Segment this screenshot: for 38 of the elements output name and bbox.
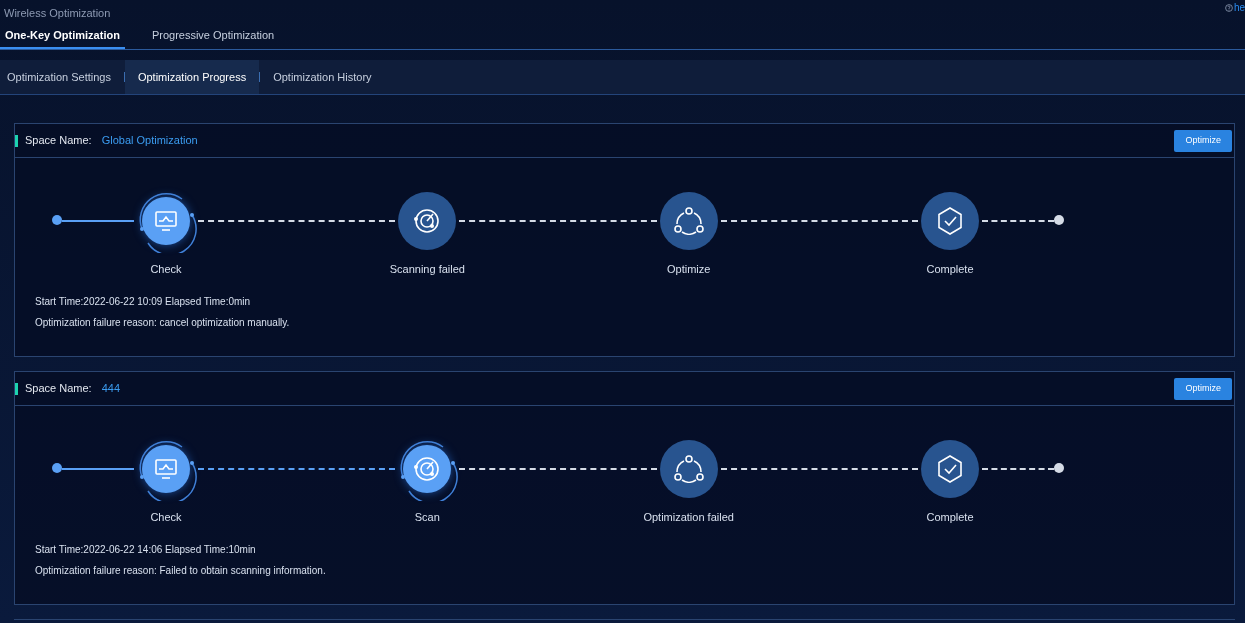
optimize-button[interactable]: Optimize	[1174, 129, 1232, 152]
help-icon	[1224, 3, 1233, 12]
failure-reason-text: Optimization failure reason: Failed to obtain scanning information.	[35, 563, 327, 578]
cycle-nodes-icon	[672, 207, 705, 235]
help-link[interactable]: he	[1224, 0, 1245, 15]
progress-line	[62, 468, 134, 470]
page-title: Wireless Optimization	[4, 6, 111, 21]
step-label: Optimize	[666, 262, 711, 277]
sub-tab[interactable]: Optimization Progress	[124, 59, 260, 94]
radar-icon	[413, 207, 442, 235]
tab[interactable]: One-Key Optimization	[0, 23, 125, 49]
step-label: Complete	[926, 262, 974, 277]
hexagon-check-icon	[936, 454, 964, 484]
sub-tab[interactable]: Optimization History	[260, 59, 385, 94]
step-label: Scanning failed	[389, 262, 465, 277]
dashed-connector	[982, 468, 1054, 470]
monitor-icon	[154, 210, 178, 232]
progress-line	[62, 220, 134, 222]
hexagon-check-icon	[936, 206, 964, 236]
space-name-label: Space Name:	[25, 381, 92, 397]
sub-tab[interactable]: Optimization Settings	[0, 59, 124, 94]
space-name-label: Space Name:	[25, 133, 92, 149]
tab[interactable]: Progressive Optimization	[146, 23, 280, 49]
monitor-icon	[154, 458, 178, 480]
step-label: Check	[150, 262, 182, 277]
step-label: Scan	[414, 510, 440, 525]
start-time-text: Start Time:2022-06-22 14:06 Elapsed Time:10min	[35, 542, 257, 557]
space-name-value: 444	[101, 381, 120, 397]
failure-reason-text: Optimization failure reason: cancel optimization manually.	[35, 315, 291, 330]
start-time-text: Start Time:2022-06-22 10:09 Elapsed Time:0min	[35, 294, 252, 309]
step-label: Complete	[926, 510, 974, 525]
optimize-button[interactable]: Optimize	[1174, 377, 1232, 400]
radar-icon	[413, 455, 442, 483]
cycle-nodes-icon	[672, 455, 705, 483]
step-label: Check	[150, 510, 182, 525]
dashed-connector	[982, 220, 1054, 222]
step-label: Optimization failed	[643, 510, 734, 525]
space-name-value: Global Optimization	[101, 133, 198, 149]
